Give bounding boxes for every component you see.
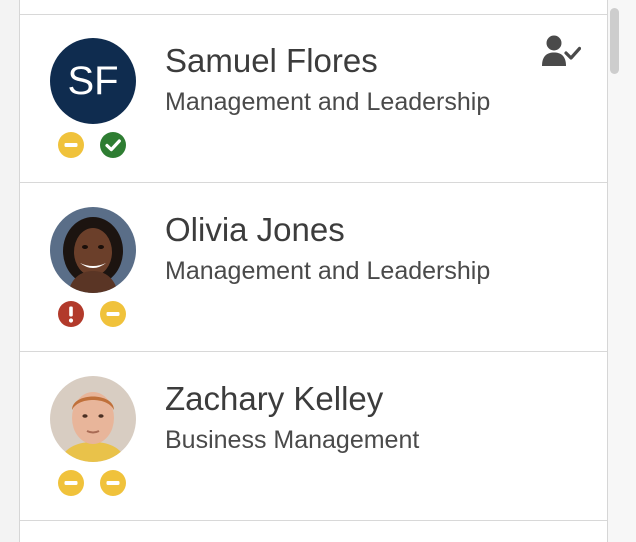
person-department: Management and Leadership (165, 257, 491, 285)
scrollbar-track[interactable] (608, 0, 636, 542)
status-icons (57, 300, 127, 328)
person-department: Business Management (165, 426, 420, 454)
people-list-panel: SF Samuel Flores Management and Leadersh… (19, 0, 608, 542)
person-name: Zachary Kelley (165, 380, 384, 417)
list-item[interactable]: SF Samuel Flores Management and Leadersh… (20, 15, 607, 183)
avatar[interactable]: SF (50, 38, 136, 124)
avatar[interactable] (50, 376, 136, 462)
status-icons (57, 469, 127, 497)
avatar-initials: SF (67, 59, 119, 103)
person-name: Samuel Flores (165, 42, 378, 79)
status-icons (57, 131, 127, 159)
person-name: Olivia Jones (165, 211, 345, 248)
avatar[interactable] (50, 207, 136, 293)
check-circle-icon (99, 131, 127, 159)
scrollbar-thumb[interactable] (610, 8, 619, 74)
person-department: Management and Leadership (165, 88, 491, 116)
minus-circle-icon (99, 469, 127, 497)
minus-circle-icon (57, 469, 85, 497)
list-item[interactable]: Zachary Kelley Business Management (20, 353, 607, 521)
list-item[interactable]: Olivia Jones Management and Leadership (20, 184, 607, 352)
avatar-photo (50, 207, 136, 293)
exclamation-circle-icon (57, 300, 85, 328)
minus-circle-icon (99, 300, 127, 328)
avatar-photo (50, 376, 136, 462)
minus-circle-icon (57, 131, 85, 159)
user-check-icon[interactable] (541, 34, 581, 68)
